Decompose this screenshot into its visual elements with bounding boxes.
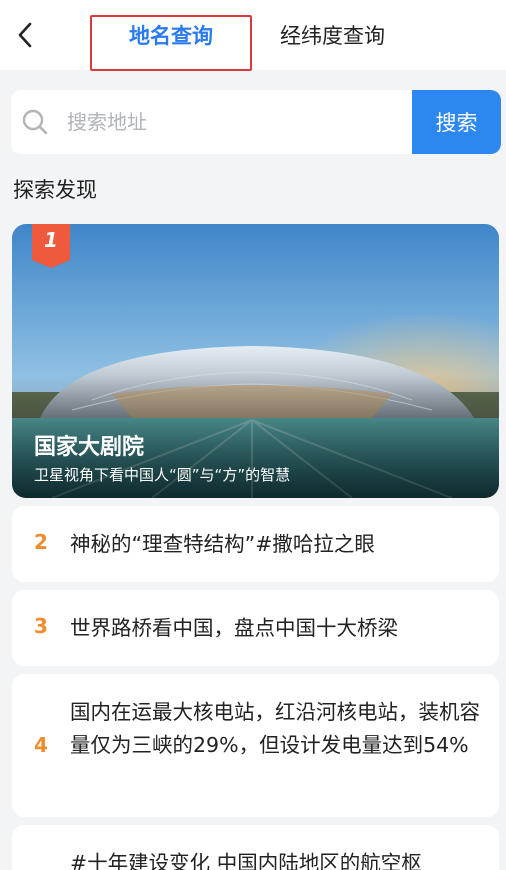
search-icon <box>22 109 48 135</box>
search-input[interactable] <box>67 102 407 142</box>
item-rank: 3 <box>34 614 48 638</box>
item-rank: 2 <box>34 530 48 554</box>
list-item[interactable]: 4 国内在运最大核电站，红沿河核电站，装机容量仅为三峡的29%，但设计发电量达到… <box>12 674 499 817</box>
search-bar: 搜索 <box>11 90 501 154</box>
list-item[interactable]: 3 世界路桥看中国，盘点中国十大桥梁 <box>12 590 499 666</box>
list-item[interactable]: #十年建设变化 中国内陆地区的航空枢 <box>12 825 499 870</box>
item-title: 神秘的“理查特结构”#撒哈拉之眼 <box>70 532 375 556</box>
item-title: 国内在运最大核电站，红沿河核电站，装机容量仅为三峡的29%，但设计发电量达到54… <box>70 700 480 757</box>
search-button[interactable]: 搜索 <box>412 90 501 154</box>
back-button[interactable] <box>10 18 40 52</box>
chevron-left-icon <box>18 22 32 48</box>
tab-coordinate-search[interactable]: 经纬度查询 <box>280 18 385 54</box>
rank-badge-number: 1 <box>44 228 58 252</box>
list-item[interactable]: 2 神秘的“理查特结构”#撒哈拉之眼 <box>12 506 499 582</box>
tab-place-name-search[interactable]: 地名查询 <box>90 15 252 71</box>
item-title: #十年建设变化 中国内陆地区的航空枢 <box>70 851 422 870</box>
item-rank: 4 <box>34 733 48 757</box>
featured-title: 国家大剧院 <box>34 435 145 460</box>
featured-card[interactable]: 1 国家大剧院 卫星视角下看中国人“圆”与“方”的智慧 <box>12 224 499 498</box>
featured-subtitle: 卫星视角下看中国人“圆”与“方”的智慧 <box>34 466 291 484</box>
item-title: 世界路桥看中国，盘点中国十大桥梁 <box>70 616 398 640</box>
section-title: 探索发现 <box>13 178 97 202</box>
top-bar: 地名查询 经纬度查询 <box>0 0 506 71</box>
